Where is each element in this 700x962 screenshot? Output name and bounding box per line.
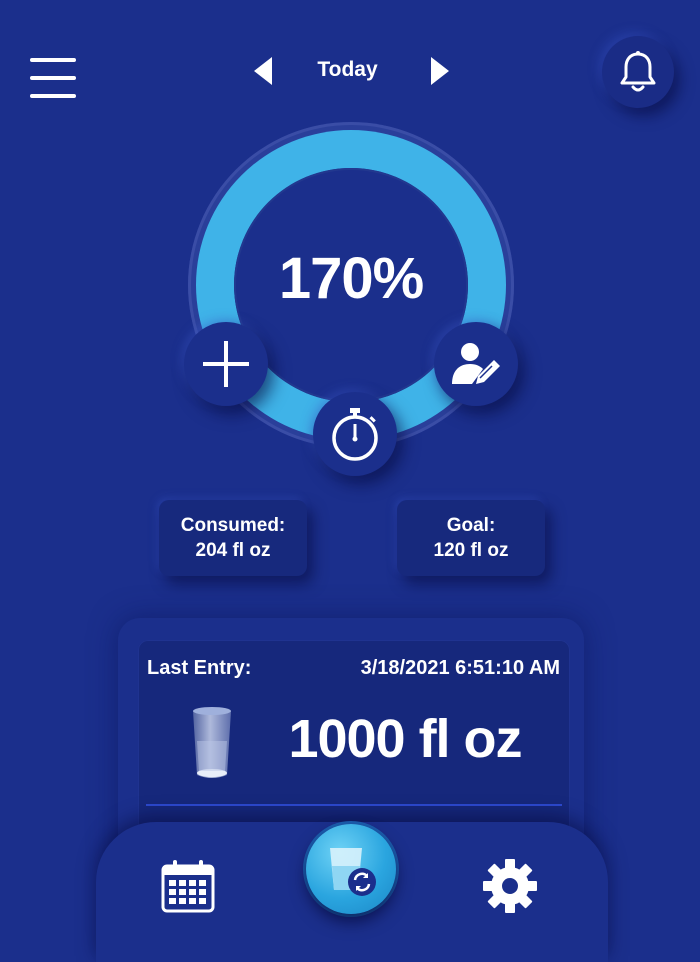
last-entry-timestamp: 3/18/2021 6:51:10 AM — [360, 657, 560, 679]
previous-day-button[interactable] — [254, 57, 272, 85]
next-day-button[interactable] — [431, 57, 449, 85]
day-title: Today — [317, 58, 378, 81]
goal-label: Goal: — [446, 515, 496, 536]
bell-icon — [620, 51, 656, 92]
glass-refresh-icon — [330, 848, 376, 896]
add-drink-button[interactable] — [184, 322, 268, 406]
water-glass-icon — [190, 705, 234, 786]
gear-icon — [483, 859, 537, 913]
notifications-button[interactable] — [602, 36, 674, 108]
user-edit-icon — [452, 343, 500, 384]
stopwatch-icon — [332, 408, 378, 461]
consumed-label: Consumed: — [180, 515, 286, 536]
consumed-value: 204 fl oz — [195, 540, 271, 561]
consumed-card: Consumed: 204 fl oz — [159, 500, 307, 576]
goal-value: 120 fl oz — [433, 540, 509, 561]
calendar-button[interactable] — [160, 858, 216, 919]
last-entry-amount: 1000 fl oz — [288, 709, 522, 769]
menu-button[interactable] — [30, 58, 76, 98]
edit-profile-button[interactable] — [434, 322, 518, 406]
goal-card[interactable]: Goal: 120 fl oz — [397, 500, 545, 576]
refill-button[interactable] — [306, 824, 396, 914]
hamburger-menu-icon — [30, 58, 76, 62]
calendar-icon — [161, 860, 215, 913]
settings-button[interactable] — [482, 858, 538, 919]
entry-divider — [146, 804, 562, 806]
timer-button[interactable] — [313, 392, 397, 476]
progress-percent: 170% — [278, 246, 424, 311]
last-entry-label: Last Entry: — [147, 657, 252, 679]
plus-icon — [203, 341, 249, 387]
